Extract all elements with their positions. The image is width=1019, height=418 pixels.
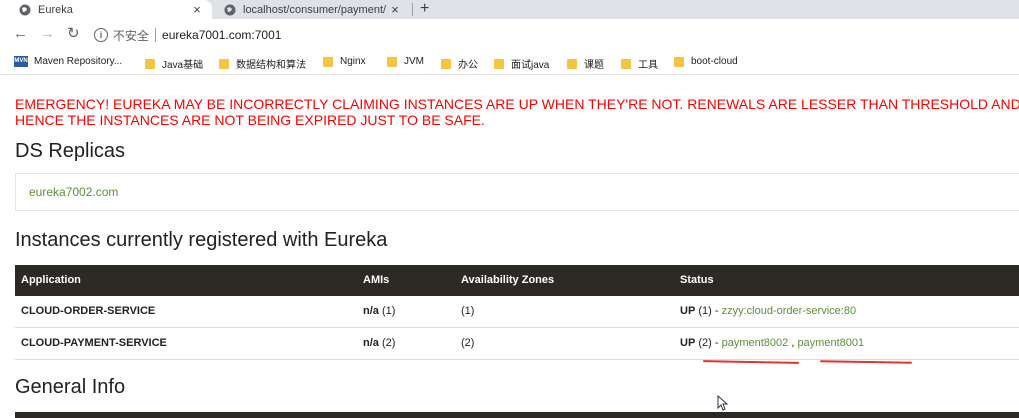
header-application: Application <box>21 274 81 286</box>
status-cell: UP (2) - payment8002 , payment8001 <box>680 328 864 359</box>
bookmarks-bar: MVN Maven Repository... Java基础 数据结构和算法 N… <box>0 51 1019 75</box>
globe-icon <box>224 4 236 15</box>
zones-cell: (2) <box>461 337 475 349</box>
bookmark-label: boot-cloud <box>691 56 738 67</box>
maven-icon: MVN <box>14 56 28 67</box>
instance-link[interactable]: zzyy:cloud-order-service:80 <box>722 305 857 317</box>
folder-icon <box>567 58 577 69</box>
tab-eureka[interactable]: Eureka × <box>0 0 212 19</box>
folder-icon <box>145 58 155 69</box>
mouse-cursor-icon <box>717 395 729 411</box>
back-arrow-icon[interactable]: ← <box>13 26 28 42</box>
header-status: Status <box>680 274 714 286</box>
table-row: CLOUD-PAYMENT-SERVICE n/a (2) (2) UP (2)… <box>15 328 1019 360</box>
instance-separator: , <box>791 337 795 349</box>
info-icon[interactable]: i <box>94 28 108 42</box>
security-label: 不安全 <box>113 28 150 43</box>
ds-replicas-title: DS Replicas <box>15 140 126 162</box>
url-text[interactable]: eureka7001.com:7001 <box>162 28 281 42</box>
bookmark-label: 工具 <box>638 60 658 71</box>
bookmark-label: 课题 <box>584 60 604 71</box>
tab-title: Eureka <box>38 3 73 16</box>
header-availability-zones: Availability Zones <box>461 274 555 286</box>
bookmark-java-basics[interactable]: Java基础 <box>145 56 203 71</box>
bookmark-label: Java基础 <box>162 60 204 71</box>
general-info-table-header <box>15 412 1019 418</box>
bookmark-office[interactable]: 办公 <box>441 56 478 71</box>
tab-title: localhost/consumer/payment/ <box>243 3 387 16</box>
folder-icon <box>494 58 504 69</box>
bookmark-label: 面试java <box>511 60 550 71</box>
amis-cell: n/a (2) <box>363 328 395 359</box>
status-cell: UP (1) - zzyy:cloud-order-service:80 <box>680 296 856 327</box>
status-value: UP <box>680 305 696 317</box>
folder-icon <box>441 58 451 69</box>
bookmark-label: Maven Repository... <box>34 56 123 67</box>
bookmark-data-structures[interactable]: 数据结构和算法 <box>219 56 306 71</box>
application-name: CLOUD-ORDER-SERVICE <box>21 305 156 317</box>
amis-value: n/a <box>363 305 379 317</box>
header-amis: AMIs <box>363 274 390 286</box>
reload-icon[interactable]: ↻ <box>67 26 80 42</box>
replica-link[interactable]: eureka7002.com <box>29 185 118 199</box>
tab-strip: Eureka × localhost/consumer/payment/ × + <box>0 0 1019 19</box>
instances-table: Application AMIs Availability Zones Stat… <box>15 265 1019 360</box>
ds-replicas-box: eureka7002.com <box>15 173 1019 211</box>
address-divider <box>155 28 157 42</box>
emergency-line-2: HENCE THE INSTANCES ARE NOT BEING EXPIRE… <box>15 112 485 128</box>
bookmark-jvm[interactable]: JVM <box>387 56 424 67</box>
tab-close-icon[interactable]: × <box>388 2 402 17</box>
table-header: Application AMIs Availability Zones Stat… <box>15 265 1019 296</box>
zones-cell: (1) <box>461 305 475 317</box>
bookmark-boot-cloud[interactable]: boot-cloud <box>674 56 738 67</box>
general-info-title: General Info <box>15 376 126 398</box>
amis-count: (2) <box>381 337 396 349</box>
emergency-warning: EMERGENCY! EUREKA MAY BE INCORRECTLY CLA… <box>15 96 1019 128</box>
instance-link-payment8002[interactable]: payment8002 <box>722 337 789 349</box>
folder-icon <box>323 56 333 67</box>
status-count: (1) - <box>698 305 719 317</box>
new-tab-button[interactable]: + <box>420 0 429 19</box>
globe-icon <box>19 4 31 15</box>
instances-title: Instances currently registered with Eure… <box>15 229 388 251</box>
bookmark-maven[interactable]: MVN Maven Repository... <box>14 56 122 67</box>
folder-icon <box>621 58 631 69</box>
forward-arrow-icon[interactable]: → <box>40 26 55 42</box>
status-count: (2) - <box>698 337 719 349</box>
instance-link-payment8001[interactable]: payment8001 <box>797 337 864 349</box>
tab-close-icon[interactable]: × <box>190 2 204 17</box>
bookmark-tools[interactable]: 工具 <box>621 56 658 71</box>
bookmark-label: JVM <box>404 56 424 67</box>
folder-icon <box>219 58 229 69</box>
application-name: CLOUD-PAYMENT-SERVICE <box>21 337 167 349</box>
folder-icon <box>387 56 397 67</box>
browser-toolbar: ← → ↻ i 不安全 eureka7001.com:7001 <box>0 19 1019 51</box>
bookmark-topics[interactable]: 课题 <box>567 56 604 71</box>
amis-value: n/a <box>363 337 379 349</box>
bookmark-nginx[interactable]: Nginx <box>323 56 366 67</box>
table-row: CLOUD-ORDER-SERVICE n/a (1) (1) UP (1) -… <box>15 296 1019 328</box>
amis-count: (1) <box>381 305 396 317</box>
eureka-page: EMERGENCY! EUREKA MAY BE INCORRECTLY CLA… <box>0 75 1019 418</box>
bookmark-label: 办公 <box>458 60 478 71</box>
bookmark-label: 数据结构和算法 <box>236 60 306 71</box>
folder-icon <box>674 56 684 67</box>
annotation-underline <box>819 360 913 364</box>
bookmark-interview-java[interactable]: 面试java <box>494 56 549 71</box>
status-value: UP <box>680 337 696 349</box>
emergency-line-1: EMERGENCY! EUREKA MAY BE INCORRECTLY CLA… <box>15 96 1019 112</box>
bookmark-label: Nginx <box>340 56 366 67</box>
annotation-underline <box>702 360 800 364</box>
address-bar[interactable]: i 不安全 eureka7001.com:7001 <box>94 23 281 47</box>
tab-separator <box>412 3 413 16</box>
amis-cell: n/a (1) <box>363 296 395 327</box>
tab-consumer-payment[interactable]: localhost/consumer/payment/ × <box>214 0 410 19</box>
